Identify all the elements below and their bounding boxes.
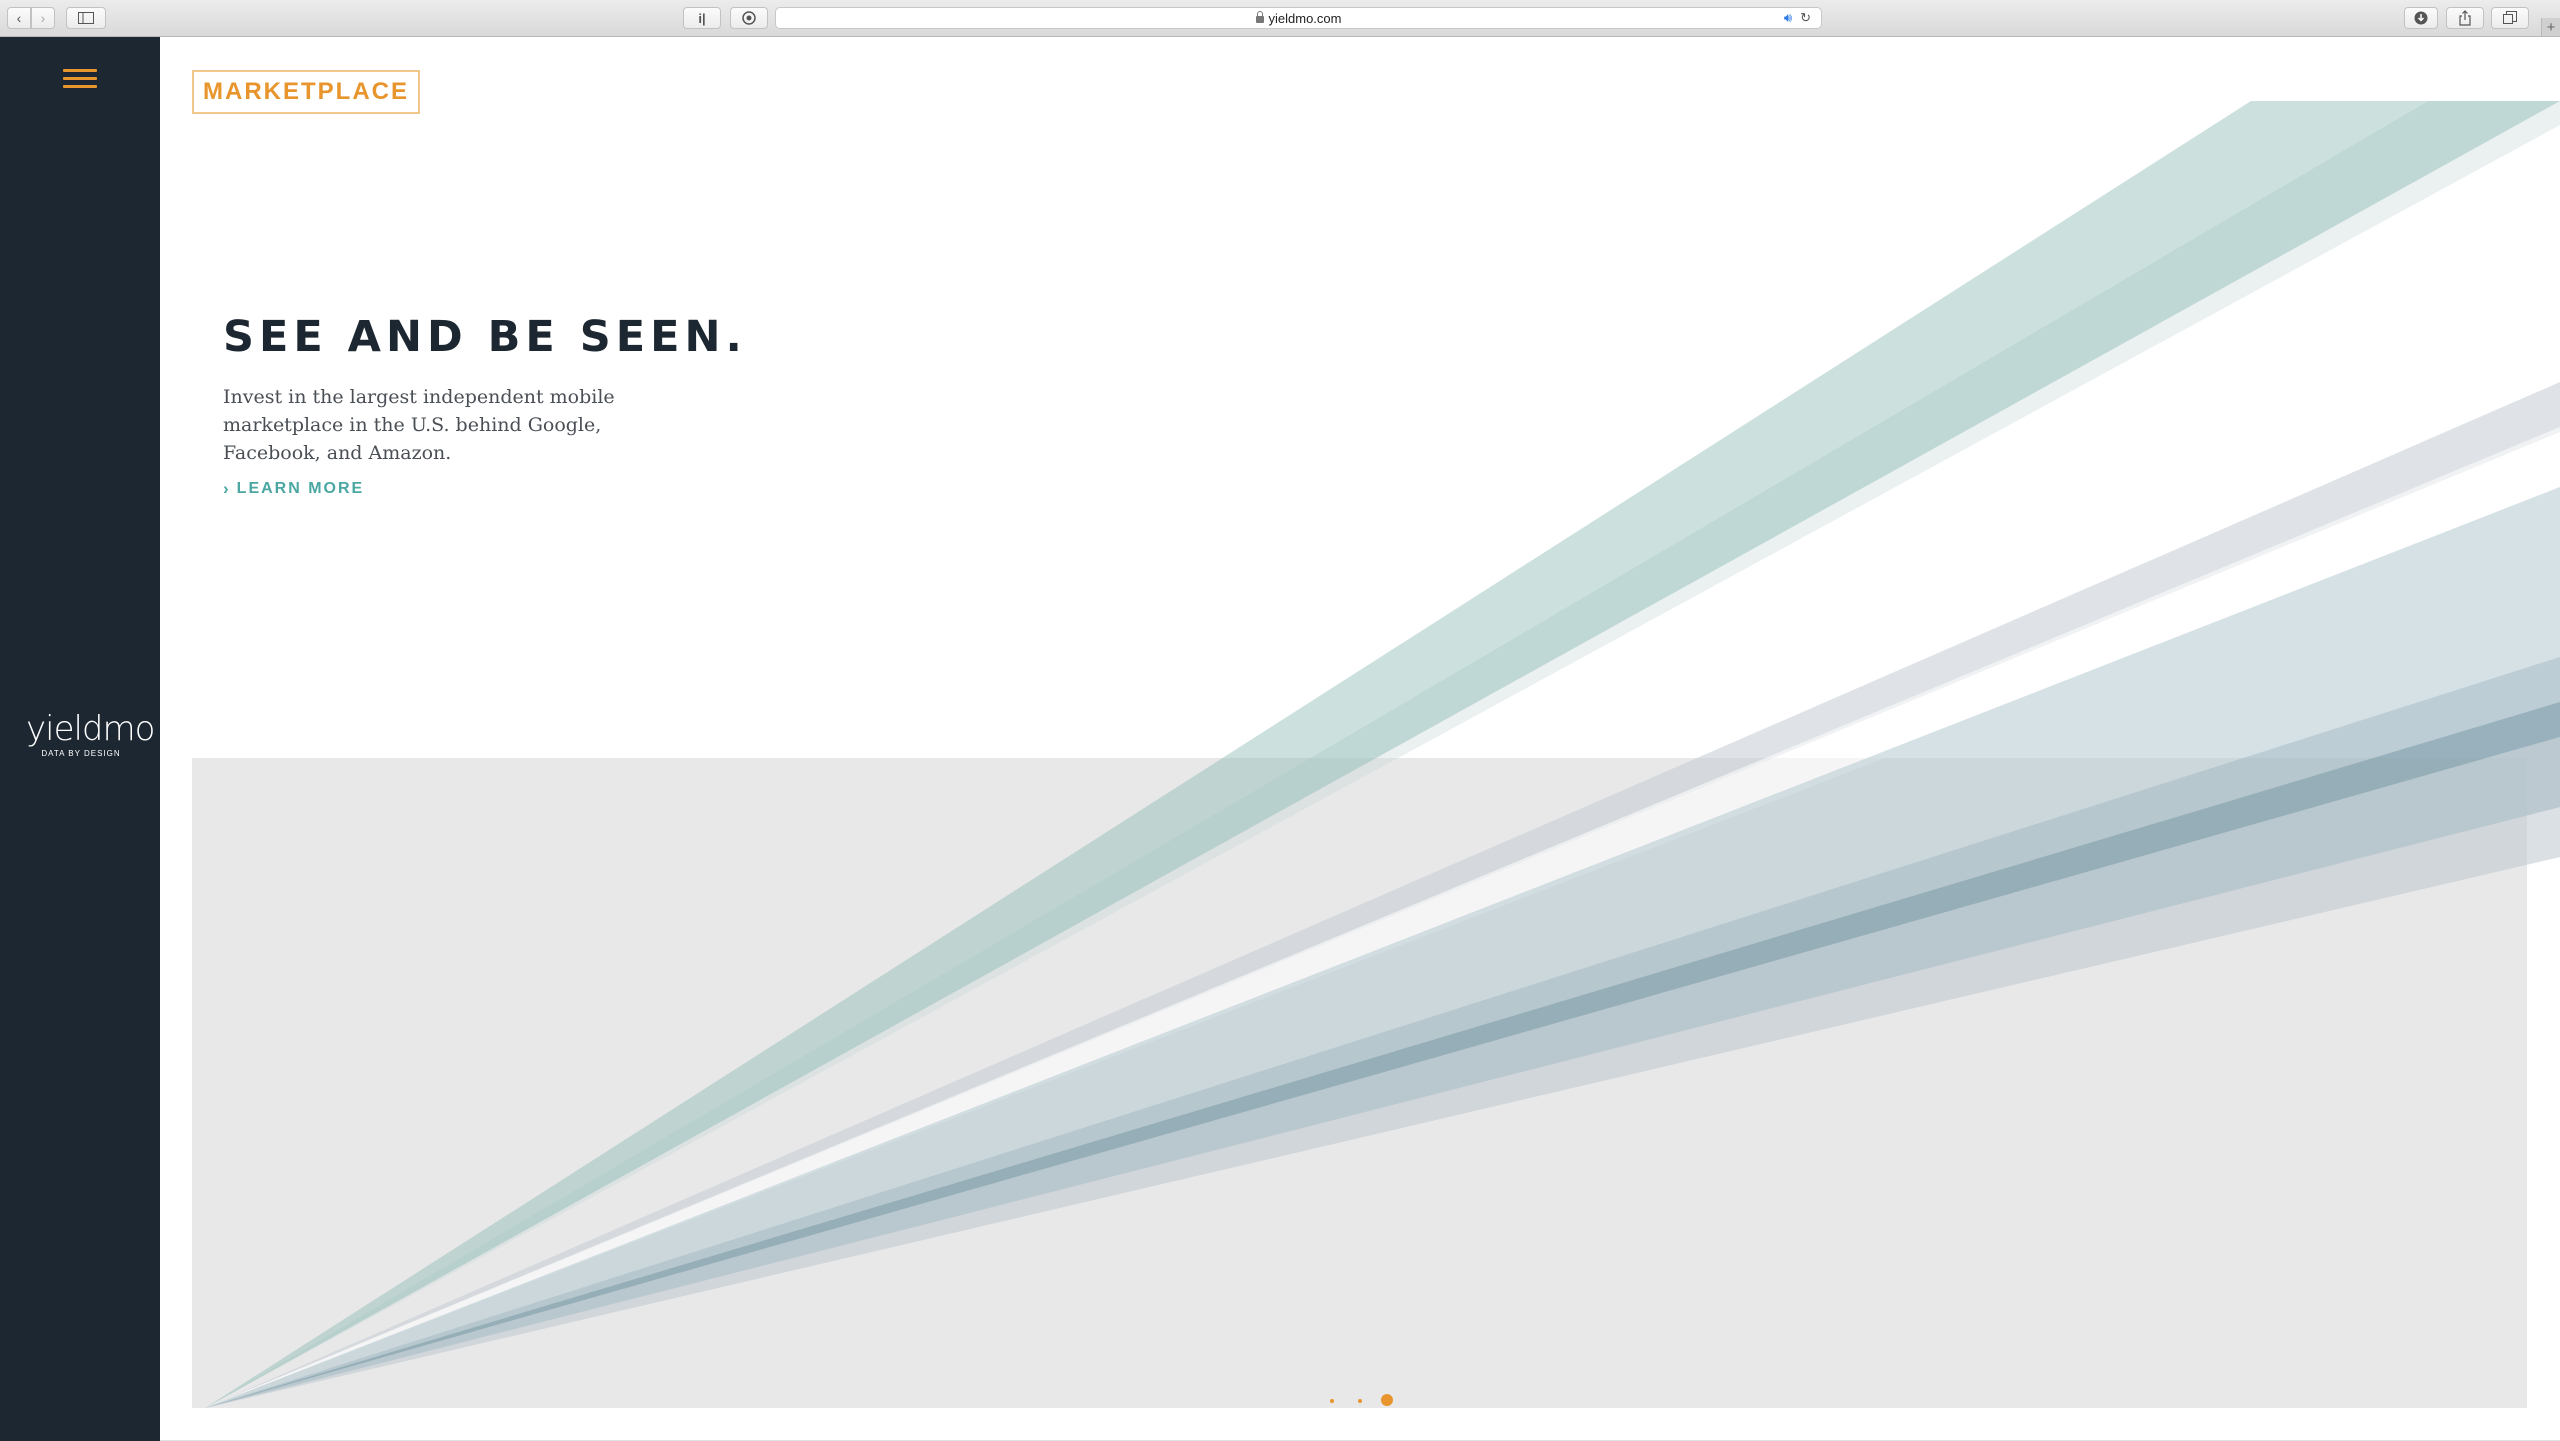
- learn-more-link[interactable]: › LEARN MORE: [223, 479, 364, 499]
- hero-ray-graphic: [205, 101, 2560, 1408]
- site-sidebar: yieldmo DATA BY DESIGN: [0, 37, 160, 1441]
- hamburger-icon[interactable]: [63, 69, 97, 91]
- reader-button[interactable]: i|: [683, 7, 721, 29]
- chevron-right-icon: ›: [223, 479, 229, 498]
- speaker-icon[interactable]: 🔊︎: [1784, 10, 1792, 26]
- new-tab-button[interactable]: +: [2541, 18, 2560, 36]
- carousel-dot-1[interactable]: [1330, 1399, 1334, 1403]
- sidebar-toggle-button[interactable]: [66, 7, 106, 29]
- address-bar[interactable]: yieldmo.com 🔊︎ ↻: [775, 7, 1822, 29]
- forward-icon: ›: [40, 10, 46, 26]
- extension-button[interactable]: [730, 7, 768, 29]
- yieldmo-logo[interactable]: yieldmo DATA BY DESIGN: [26, 711, 155, 758]
- lock-icon: [1255, 10, 1264, 23]
- carousel-dot-3-active[interactable]: [1381, 1394, 1393, 1406]
- share-button[interactable]: [2446, 7, 2484, 29]
- hero-description: Invest in the largest independent mobile…: [223, 386, 615, 464]
- extension-icon: [742, 11, 756, 25]
- back-button[interactable]: ‹: [7, 7, 31, 29]
- tabs-icon: [2503, 11, 2517, 24]
- carousel-dot-2[interactable]: [1358, 1399, 1362, 1403]
- sidebar-toggle-icon: [78, 12, 94, 24]
- reload-icon[interactable]: ↻: [1800, 10, 1811, 26]
- carousel-pagination: [1330, 1392, 1560, 1412]
- share-icon: [2459, 10, 2471, 26]
- main-content: MARKETPLACE SEE AND BE SEEN. Invest in t…: [160, 37, 2560, 1441]
- browser-toolbar: ‹ › i| yieldmo.com 🔊︎ ↻ +: [0, 0, 2560, 37]
- download-icon: [2414, 11, 2428, 25]
- learn-more-label: LEARN MORE: [236, 480, 365, 497]
- url-text: yieldmo.com: [1268, 10, 1342, 26]
- section-tag-marketplace: MARKETPLACE: [192, 70, 420, 114]
- downloads-button[interactable]: [2404, 7, 2438, 29]
- tabs-overview-button[interactable]: [2491, 7, 2529, 29]
- back-icon: ‹: [16, 10, 22, 26]
- logo-tagline: DATA BY DESIGN: [41, 749, 121, 758]
- forward-button[interactable]: ›: [31, 7, 55, 29]
- hero-title: SEE AND BE SEEN.: [223, 312, 747, 362]
